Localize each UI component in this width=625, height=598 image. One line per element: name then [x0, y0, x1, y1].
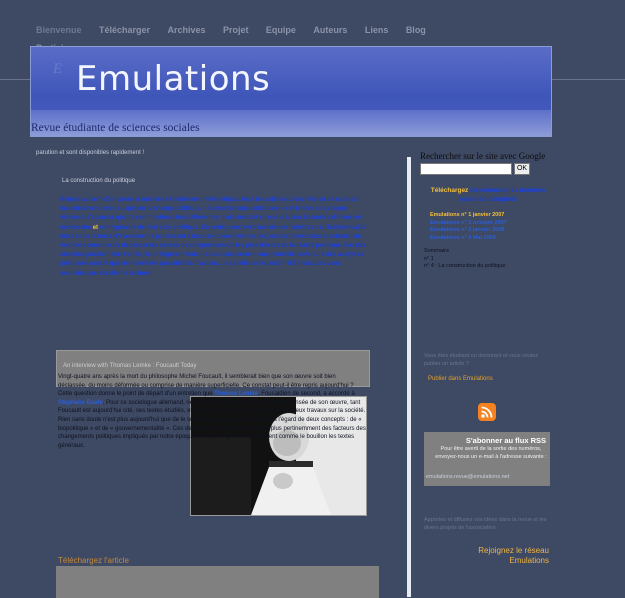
rss-icon-glyph	[481, 406, 493, 418]
issue-intro: Réunis au sein d'un premier numéro vérit…	[60, 196, 366, 279]
sommaire-line-1: n° 1	[424, 255, 434, 262]
sommaire-block: Sommaire n° 1 n° 4 : La construction du …	[424, 248, 505, 271]
nav-item-telecharger[interactable]: Télécharger	[99, 25, 150, 36]
banner-watermark-left: E	[53, 61, 63, 77]
site-subtitle: Revue étudiante de sciences sociales	[31, 122, 200, 134]
nav-item-projet[interactable]: Projet	[223, 25, 249, 36]
interview-article-text: Vingt-quatre ans après la mort du philos…	[58, 373, 366, 450]
nav-item-archives[interactable]: Archives	[167, 25, 205, 36]
issue-link-4[interactable]: Emulations n° 4 Mai 2008	[430, 235, 507, 243]
site-banner: E Emulations Revue étudiante de sciences…	[30, 46, 552, 137]
publish-prompt: Vous êtes étudiant ou doctorant et vous …	[424, 353, 539, 367]
rss-subscribe-title[interactable]: S'abonner au flux RSS	[466, 436, 546, 445]
nav-item-equipe[interactable]: Equipe	[266, 25, 296, 36]
download-lead-link[interactable]: Téléchargez	[431, 187, 469, 194]
link-thomas-lemke[interactable]: Thomas Lemke	[214, 391, 258, 397]
nav-item-blog[interactable]: Blog	[406, 25, 426, 36]
nav-item-liens[interactable]: Liens	[365, 25, 389, 36]
issue-link-1[interactable]: Emulations n° 1 janvier 2007	[430, 212, 507, 220]
download-article-link[interactable]: Téléchargez l'article	[58, 556, 129, 565]
join-line-1: Rejoignez le réseau	[478, 546, 549, 555]
intro-text-end: configurante de tout acte politique. En …	[60, 224, 366, 277]
article-paragraph-2: , Foucaldien de second, a accordé à	[257, 391, 355, 398]
network-prompt: Apportez et diffusez vos idées dans la r…	[424, 517, 547, 531]
rss-icon[interactable]	[478, 403, 496, 421]
rss-contact-email[interactable]: emulations.revue@emulations.net	[426, 474, 509, 480]
rss-subscribe-text: Pour être averti de la sortie des numéro…	[435, 446, 547, 460]
rss-subscribe-box: S'abonner au flux RSS Pour être averti d…	[424, 432, 550, 486]
article-paragraph-3: . Pour ce sociologue allemand, rien n'es…	[58, 399, 366, 449]
issues-list: Emulations n° 1 janvier 2007 Emulations …	[430, 212, 507, 242]
download-lead-text: directement les derniers numéros complet…	[459, 187, 546, 203]
construction-label: La construction du politique	[62, 178, 136, 184]
search-ok-button[interactable]: OK	[514, 163, 530, 175]
interview-label[interactable]: An interview with Thomas Lemke : Foucaul…	[63, 363, 197, 369]
link-stephane-baele[interactable]: Stéphane Baele	[58, 400, 103, 406]
issue-link-3[interactable]: Emulations n° 3 janvier 2008	[430, 227, 507, 235]
top-snippet: parution et sont disponibles rapidement …	[36, 150, 145, 156]
sommaire-label: Sommaire	[424, 248, 450, 254]
site-title: Emulations	[76, 59, 271, 99]
sommaire-line-2[interactable]: n° 4 : La construction du politique	[424, 263, 505, 271]
join-network-link[interactable]: Rejoignez le réseau Emulations	[478, 546, 549, 566]
sidebar-divider	[407, 157, 411, 597]
next-article-box	[56, 566, 379, 598]
publish-link[interactable]: Publier dans Emulations	[428, 376, 493, 382]
join-line-2: Emulations	[509, 556, 549, 565]
nav-item-bienvenue[interactable]: Bienvenue	[36, 25, 82, 36]
search-input[interactable]	[420, 163, 512, 175]
download-issues-lead: Téléchargez directement les derniers num…	[428, 186, 548, 204]
search-label: Rechercher sur le site avec Google	[420, 151, 546, 161]
nav-item-auteurs[interactable]: Auteurs	[313, 25, 347, 36]
issue-link-2[interactable]: Emulations n° 2 octobre 2007	[430, 220, 507, 228]
